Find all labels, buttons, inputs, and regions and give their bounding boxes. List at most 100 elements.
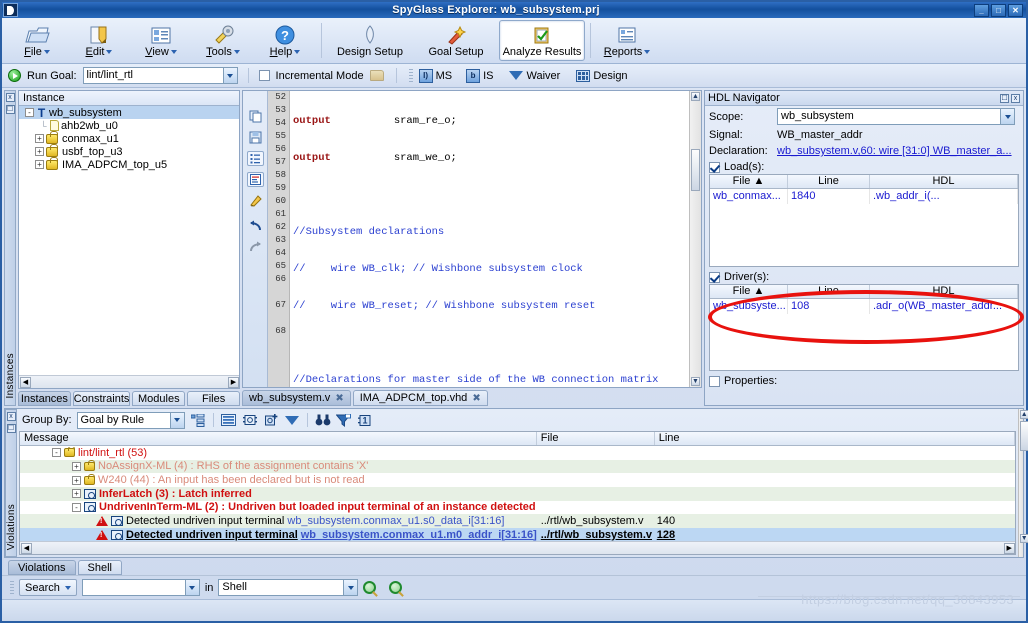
close-icon[interactable]: ✖	[335, 391, 343, 406]
chip-icon[interactable]	[242, 413, 258, 427]
list-view-icon[interactable]	[221, 413, 237, 427]
expander-icon[interactable]: +	[35, 134, 44, 143]
toolbar-analyze-results[interactable]: Analyze Results	[499, 20, 585, 61]
instance-hscrollbar[interactable]: ◀ ▶	[19, 375, 239, 388]
design-button[interactable]: Design	[576, 69, 628, 82]
tab-violations[interactable]: Violations	[8, 560, 76, 575]
scroll-left-icon[interactable]: ◀	[20, 376, 31, 388]
instance-tree[interactable]: - T wb_subsystem └ ahb2wb_u0 + conmax_u1	[19, 106, 239, 375]
float-panel-icon[interactable]: ☐	[5, 105, 15, 114]
drivers-table[interactable]: File ▲ Line HDL wb_subsyste... 108 .adr_…	[709, 284, 1019, 371]
column-file[interactable]: File ▲	[710, 285, 788, 298]
float-panel-icon[interactable]: ☐	[1000, 93, 1009, 103]
properties-checkbox[interactable]	[709, 375, 720, 387]
toolbar-tools[interactable]: Tools	[192, 18, 254, 63]
toolbar-help[interactable]: ? Help	[254, 18, 316, 63]
violations-row-message-link[interactable]: wb_subsystem.conmax_u1.s0_data_i[31:16]	[287, 515, 504, 527]
search-next-icon[interactable]	[389, 581, 403, 594]
column-hdl[interactable]: HDL	[870, 285, 1018, 298]
violations-row-w240[interactable]: + W240 (44) : An input has been declared…	[20, 473, 1015, 487]
column-hdl[interactable]: HDL	[870, 175, 1018, 188]
funnel-filter-icon[interactable]	[336, 413, 352, 427]
close-icon[interactable]: ✖	[472, 391, 480, 406]
tab-shell[interactable]: Shell	[77, 560, 122, 575]
tab-modules[interactable]: Modules	[132, 391, 186, 406]
expander-icon[interactable]: +	[35, 160, 44, 169]
search-input[interactable]	[82, 580, 185, 595]
scope-input[interactable]	[778, 109, 1000, 124]
violations-row-noassignx[interactable]: + NoAssignX-ML (4) : RHS of the assignme…	[20, 459, 1015, 474]
close-panel-icon[interactable]: x	[6, 412, 16, 421]
table-row[interactable]: wb_subsyste... 108 .adr_o(WB_master_addr…	[710, 299, 1018, 314]
close-panel-icon[interactable]: x	[5, 93, 15, 102]
chevron-down-icon[interactable]	[1000, 109, 1014, 124]
chevron-down-icon[interactable]	[169, 412, 184, 428]
loads-checkbox[interactable]	[709, 161, 720, 173]
edit-icon[interactable]	[247, 193, 264, 208]
goal-combo[interactable]	[82, 67, 238, 84]
expander-icon[interactable]: +	[72, 475, 81, 485]
scroll-down-icon[interactable]: ▼	[691, 377, 700, 386]
scroll-left-icon[interactable]: ◀	[21, 542, 32, 554]
column-line[interactable]: Line	[655, 432, 1015, 445]
search-dropdown-button[interactable]: Search	[19, 579, 77, 596]
scroll-thumb[interactable]	[691, 149, 700, 191]
chip-info-icon[interactable]: 1	[357, 413, 373, 427]
close-panel-icon[interactable]: x	[1011, 93, 1020, 103]
toolbar-edit[interactable]: Edit	[68, 18, 130, 63]
scroll-up-icon[interactable]: ▲	[691, 92, 700, 101]
scroll-up-icon[interactable]: ▲	[1019, 410, 1028, 419]
copy-icon[interactable]	[247, 109, 264, 124]
violations-row-leaf-2[interactable]: Detected undriven input terminal wb_subs…	[20, 527, 1015, 542]
expander-icon[interactable]: +	[72, 461, 81, 471]
chip-add-icon[interactable]	[263, 413, 279, 427]
chevron-down-icon[interactable]	[222, 68, 237, 83]
chevron-down-icon[interactable]	[343, 580, 358, 595]
expander-icon[interactable]: +	[72, 489, 81, 499]
maximize-button[interactable]: □	[991, 3, 1006, 17]
run-icon[interactable]	[8, 69, 21, 82]
drivers-checkbox[interactable]	[709, 271, 720, 283]
toolbar-design-setup[interactable]: Design Setup	[327, 18, 413, 63]
float-panel-icon[interactable]: ☐	[6, 424, 16, 433]
redo-icon[interactable]	[247, 239, 264, 254]
tree-view-icon[interactable]	[190, 413, 206, 427]
annotate-icon[interactable]	[246, 172, 264, 187]
expander-icon[interactable]: -	[72, 502, 81, 512]
toolbar-view[interactable]: View	[130, 18, 192, 63]
search-prev-icon[interactable]	[363, 581, 377, 594]
column-file[interactable]: File ▲	[710, 175, 788, 188]
scope-combo[interactable]	[777, 108, 1015, 125]
editor-vscrollbar[interactable]: ▲ ▼	[689, 91, 701, 387]
column-file[interactable]: File	[537, 432, 655, 445]
funnel-icon[interactable]	[284, 413, 300, 427]
incremental-mode-checkbox[interactable]	[258, 70, 270, 81]
editor-tab-ima-adpcm-top-vhd[interactable]: IMA_ADPCM_top.vhd ✖	[352, 390, 488, 406]
is-button[interactable]: b IS	[466, 68, 493, 83]
editor-tab-wb-subsystem-v[interactable]: wb_subsystem.v ✖	[242, 390, 351, 406]
search-grip[interactable]	[10, 580, 14, 595]
violations-row-undriveninterm[interactable]: - UndrivenInTerm-ML (2) : Undriven but l…	[20, 501, 1015, 515]
binoculars-icon[interactable]	[315, 413, 331, 427]
column-message[interactable]: Message	[20, 432, 537, 445]
search-scope-input[interactable]	[219, 580, 344, 595]
scroll-right-icon[interactable]: ▶	[1003, 542, 1015, 554]
instances-vertical-tab[interactable]: Instances	[5, 353, 16, 399]
tree-node-wb-subsystem[interactable]: - T wb_subsystem	[19, 106, 239, 120]
column-line[interactable]: Line	[788, 285, 870, 298]
tab-constraints[interactable]: Constraints	[72, 391, 131, 406]
open-folder-icon[interactable]	[369, 70, 384, 81]
ms-button[interactable]: I) MS	[418, 68, 452, 83]
violations-table[interactable]: Message File Line - lint/lint_rtl (53) +…	[19, 431, 1016, 555]
tab-instances[interactable]: Instances	[18, 391, 71, 406]
search-combo[interactable]	[81, 579, 200, 596]
tab-files[interactable]: Files	[187, 391, 240, 406]
violations-row-inferlatch[interactable]: + InferLatch (3) : Latch inferred	[20, 486, 1015, 501]
column-line[interactable]: Line	[788, 175, 870, 188]
expander-icon[interactable]: +	[35, 147, 44, 156]
declaration-link[interactable]: wb_subsystem.v,60: wire [31:0] WB_master…	[777, 145, 1012, 157]
outline-icon[interactable]	[246, 151, 264, 166]
tree-node-ima-adpcm-top-u5[interactable]: + IMA_ADPCM_top_u5	[19, 156, 239, 171]
violations-row-leaf-1[interactable]: Detected undriven input terminal wb_subs…	[20, 514, 1015, 528]
table-row[interactable]: wb_conmax... 1840 .wb_addr_i(...	[710, 189, 1018, 204]
